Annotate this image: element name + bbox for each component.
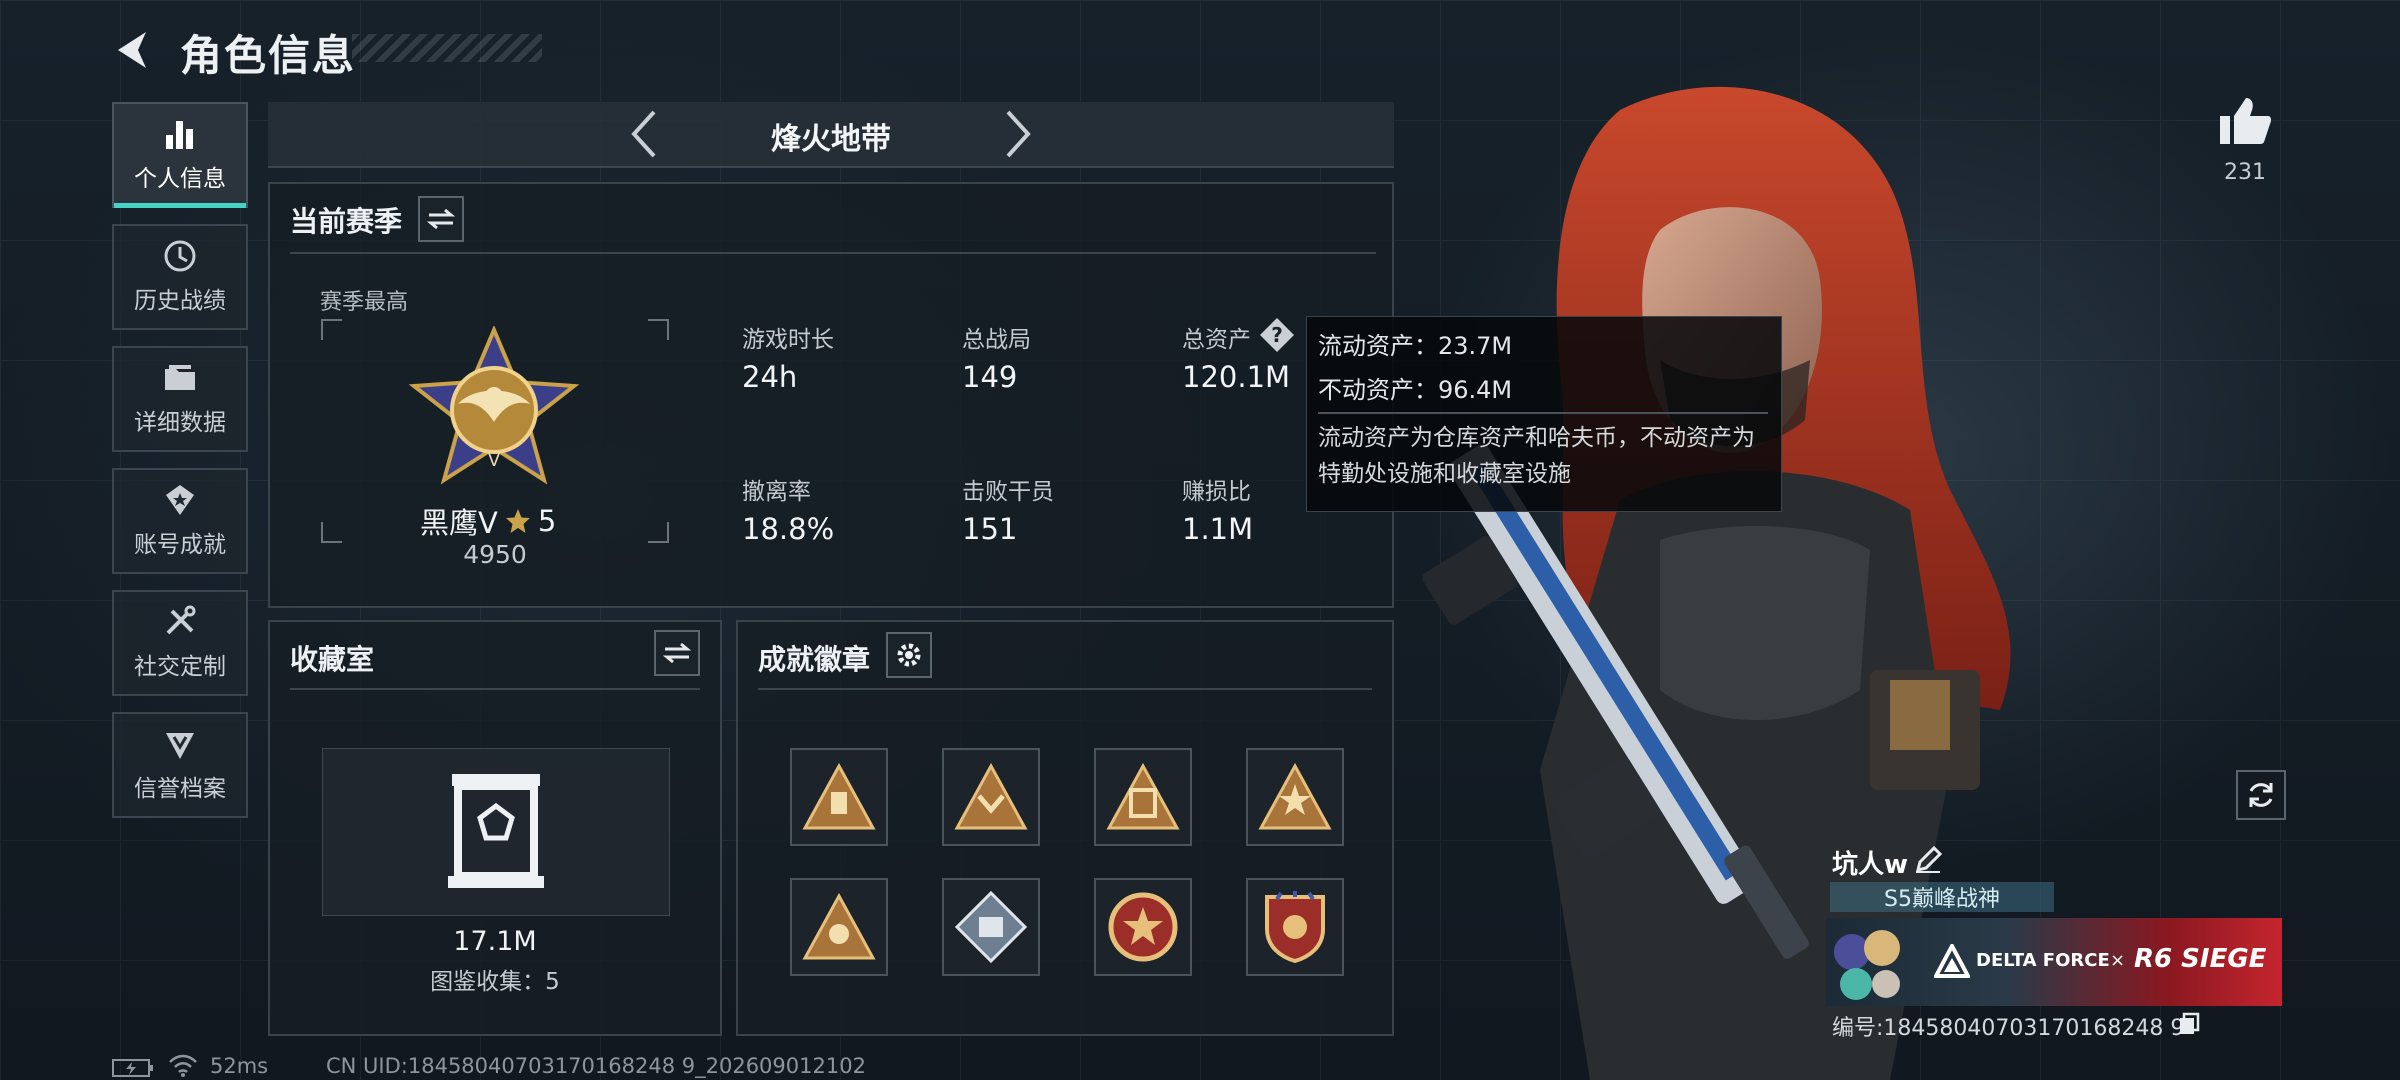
bar-chart-icon (166, 121, 193, 149)
uid-text: CN UID:18458040703170168248 9_2026090121… (326, 1054, 866, 1078)
stat-label-extract-rate: 撤离率 (742, 479, 811, 505)
season-divider (290, 252, 1376, 254)
sidebar-item-reputation[interactable]: 信誉档案 (112, 712, 248, 818)
season-panel-title: 当前赛季 (290, 205, 403, 238)
shield-icon (166, 733, 194, 759)
stat-label-playtime: 游戏时长 (742, 327, 834, 353)
sidebar-item-social-custom[interactable]: 社交定制 (112, 590, 248, 696)
tooltip-description: 流动资产为仓库资产和哈夫币，不动资产为特勤处设施和收藏室设施 (1318, 425, 1755, 487)
rank-stars: 5 (537, 504, 557, 538)
achievement-badge-1[interactable] (790, 748, 888, 846)
stat-label-total-matches: 总战局 (962, 327, 1031, 353)
thumbs-up-icon[interactable] (2218, 96, 2272, 146)
sidebar-item-label: 个人信息 (134, 166, 226, 192)
mode-next-arrow-icon[interactable] (1000, 108, 1036, 160)
wifi-icon (169, 1054, 197, 1077)
chibi-avatars-icon (1834, 930, 1900, 1000)
season-best-label: 赛季最高 (320, 290, 409, 315)
stat-value-profit-ratio: 1.1M (1182, 512, 1254, 546)
gear-icon (897, 643, 921, 667)
achievement-badge-8[interactable] (1246, 878, 1344, 976)
badges-divider (758, 688, 1372, 690)
diamond-badge-icon (954, 890, 1028, 964)
sidebar-item-label: 历史战绩 (134, 288, 226, 314)
star-icon (505, 509, 530, 533)
stat-value-playtime: 24h (742, 360, 798, 394)
copy-icon[interactable] (2178, 1012, 2200, 1036)
svg-text:?: ? (1271, 323, 1283, 347)
stat-label-operators-defeated: 击败干员 (962, 479, 1054, 505)
stat-label-profit-ratio: 赚损比 (1182, 479, 1251, 505)
sidebar-item-personal-info[interactable]: 个人信息 (112, 102, 248, 208)
banner-x-text: × (2110, 950, 2126, 971)
edit-pencil-icon[interactable] (1914, 846, 1942, 874)
triangle-badge-icon (954, 762, 1028, 830)
player-name: 坑人w (1832, 850, 1909, 880)
tooltip-divider (1318, 412, 1768, 414)
round-badge-icon (1108, 892, 1178, 962)
stat-label-total-assets: 总资产 (1182, 327, 1251, 353)
folder-icon (165, 365, 195, 390)
achievement-badge-5[interactable] (790, 878, 888, 976)
sidebar-item-match-history[interactable]: 历史战绩 (112, 224, 248, 330)
black-hawk-rank-emblem-icon: V (408, 326, 580, 485)
achievement-badge-3[interactable] (1094, 748, 1192, 846)
sidebar-item-label: 信誉档案 (134, 776, 226, 802)
player-title-tag: S5巅峰战神 (1830, 882, 2054, 912)
collection-panel-title: 收藏室 (290, 643, 375, 676)
shield-badge-icon (1265, 891, 1325, 964)
achievement-badge-6[interactable] (942, 878, 1040, 976)
sidebar-item-achievements[interactable]: 账号成就 (112, 468, 248, 574)
refresh-button[interactable] (2236, 770, 2286, 820)
rank-score: 4950 (463, 540, 527, 569)
achievement-badge-4[interactable] (1246, 748, 1344, 846)
sidebar-item-label: 账号成就 (134, 532, 226, 558)
collection-divider (290, 688, 700, 690)
season-switch-button[interactable] (418, 196, 464, 242)
svg-text:V: V (488, 450, 501, 471)
collection-switch-button[interactable] (654, 630, 700, 676)
mode-title: 烽火地带 (771, 122, 891, 157)
history-clock-icon (164, 240, 196, 272)
achievement-badge-7[interactable] (1094, 878, 1192, 976)
swap-icon (427, 208, 455, 230)
refresh-icon (2249, 783, 2273, 807)
ping-text: 52ms (210, 1054, 269, 1078)
stat-value-extract-rate: 18.8% (742, 512, 835, 546)
stat-value-operators-defeated: 151 (962, 512, 1018, 546)
stat-value-total-assets: 120.1M (1182, 360, 1291, 394)
stat-value-total-matches: 149 (962, 360, 1018, 394)
triangle-badge-icon (802, 762, 876, 830)
battery-icon (112, 1059, 153, 1077)
triangle-badge-icon (1106, 762, 1180, 830)
banner-collab-text: R6 SIEGE (2134, 944, 2267, 974)
player-id: 编号:18458040703170168248 9 (1832, 1016, 2185, 1041)
rank-name-row: 黑鹰Ⅴ 5 (420, 500, 570, 542)
tools-icon (166, 605, 196, 635)
medal-icon (166, 485, 194, 515)
help-icon[interactable]: ? (1258, 316, 1296, 354)
delta-force-logo-icon (1934, 944, 1970, 978)
page-title: 角色信息 (180, 31, 357, 80)
achievement-badge-2[interactable] (942, 748, 1040, 846)
swap-icon (663, 642, 691, 664)
sidebar-item-detailed-data[interactable]: 详细数据 (112, 346, 248, 452)
badges-settings-button[interactable] (886, 632, 932, 678)
collection-value: 17.1M (453, 926, 537, 957)
badges-panel-title: 成就徽章 (758, 643, 871, 676)
tooltip-fixed-assets: 不动资产：96.4M (1318, 376, 1513, 404)
triangle-badge-icon (802, 892, 876, 960)
banner-brand-text: DELTA FORCE (1976, 950, 2110, 971)
back-arrow-icon[interactable] (112, 28, 152, 72)
tooltip-liquid-assets: 流动资产：23.7M (1318, 332, 1513, 360)
sidebar-item-label: 社交定制 (134, 654, 226, 680)
triangle-badge-icon (1258, 762, 1332, 830)
title-decoration (352, 34, 542, 62)
collection-count: 图鉴收集：5 (430, 969, 560, 995)
display-case-icon (448, 774, 544, 888)
like-count: 231 (2224, 160, 2266, 185)
rank-name: 黑鹰Ⅴ (420, 506, 498, 540)
sidebar-item-label: 详细数据 (134, 410, 226, 436)
